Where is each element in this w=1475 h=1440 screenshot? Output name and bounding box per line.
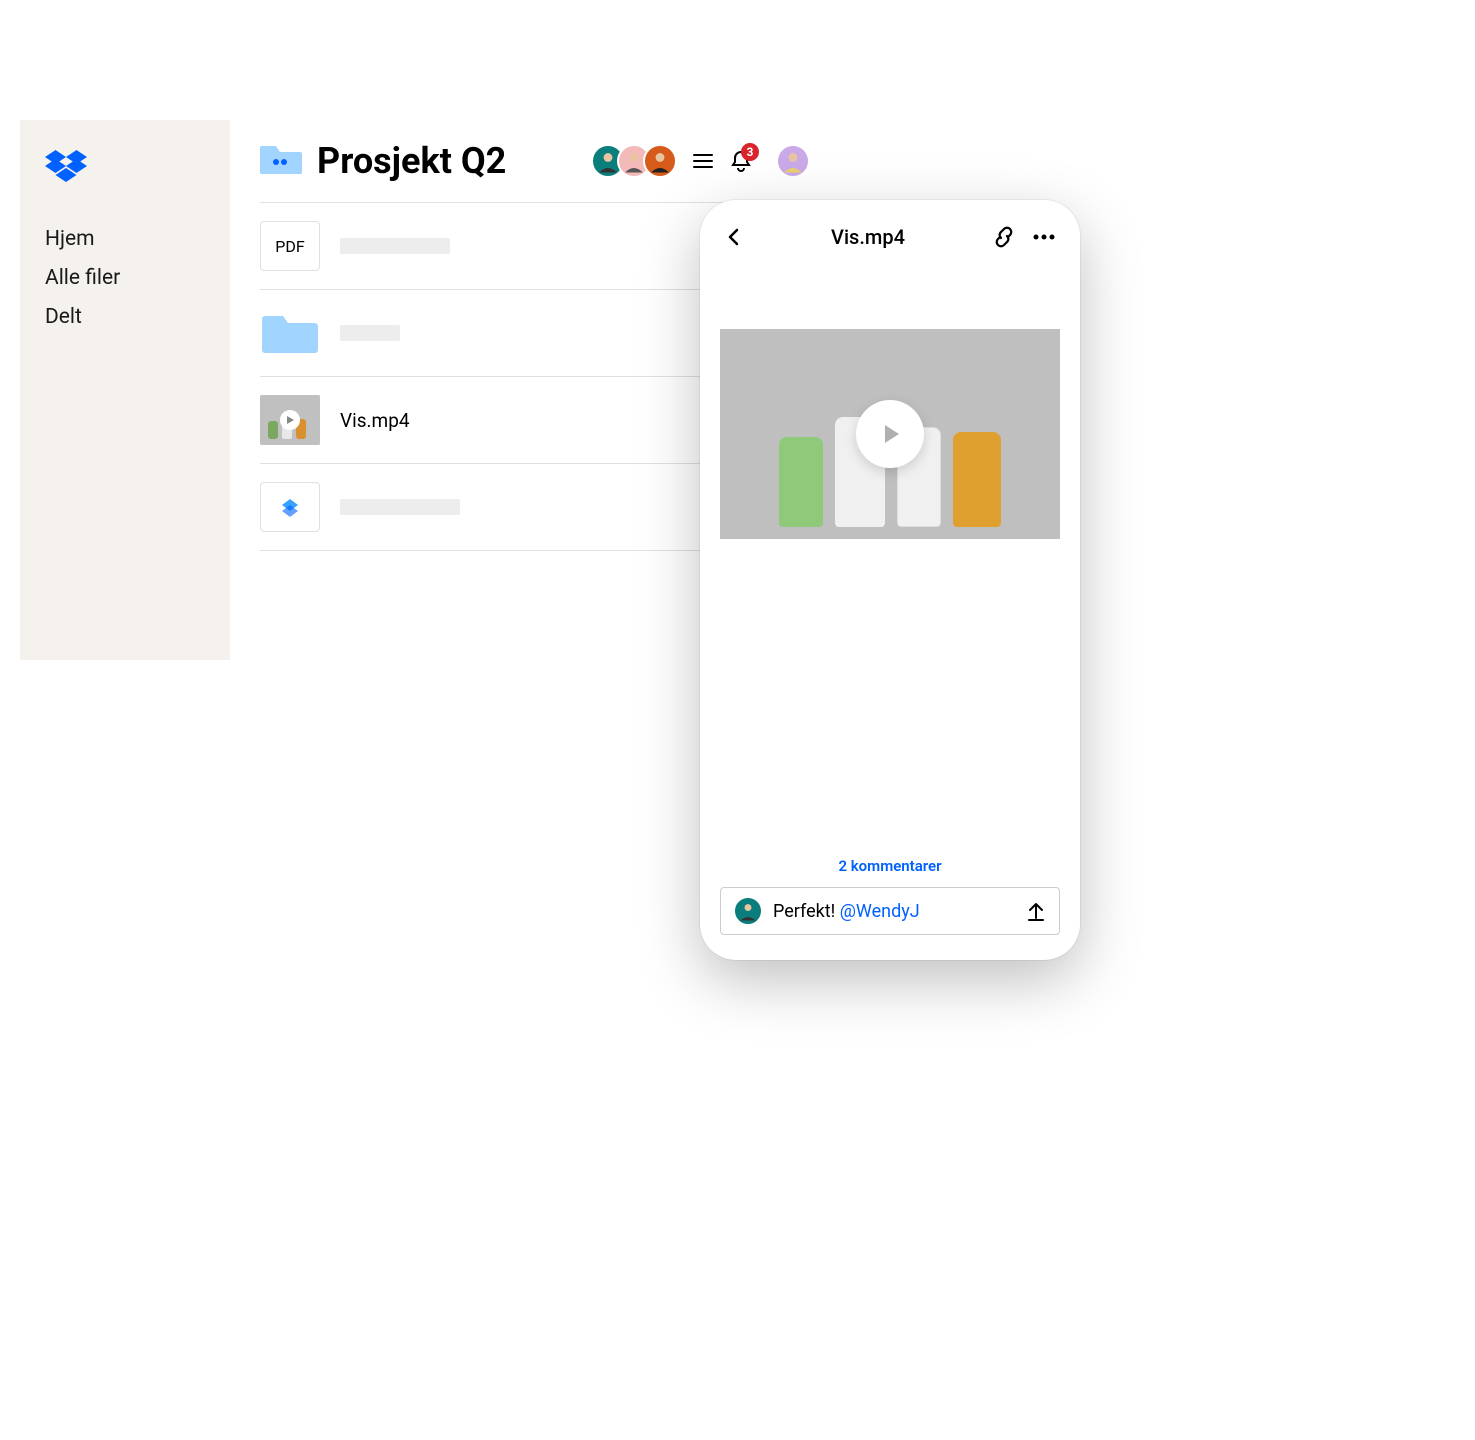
notifications-icon[interactable]: 3 (729, 149, 753, 173)
link-icon[interactable] (993, 226, 1015, 248)
file-name-placeholder (340, 238, 716, 254)
sidebar: Hjem Alle filer Delt (20, 120, 230, 660)
comments-count-link[interactable]: 2 kommentarer (720, 857, 1060, 875)
comment-text[interactable]: Perfekt! @WendyJ (773, 901, 1015, 922)
send-comment-button[interactable] (1025, 900, 1047, 922)
commenter-avatar (733, 896, 763, 926)
play-icon (280, 410, 300, 430)
more-icon[interactable] (1033, 234, 1055, 240)
pdf-file-icon: PDF (260, 221, 320, 271)
file-name: Vis.mp4 (340, 409, 729, 432)
menu-icon[interactable] (692, 150, 714, 172)
bottle-graphic (779, 437, 823, 527)
folder-icon (260, 308, 320, 358)
pdf-label: PDF (275, 237, 304, 256)
mobile-title: Vis.mp4 (831, 225, 905, 249)
comment-mention[interactable]: @WendyJ (840, 901, 920, 922)
comment-input[interactable]: Perfekt! @WendyJ (720, 887, 1060, 935)
comment-text-content: Perfekt! (773, 901, 835, 922)
collaborator-avatar-group[interactable] (591, 144, 677, 178)
video-file-thumbnail (260, 395, 320, 445)
sidebar-item-all-files[interactable]: Alle filer (45, 266, 205, 290)
page-title: Prosjekt Q2 (317, 140, 576, 182)
notification-badge: 3 (741, 143, 759, 161)
video-preview[interactable] (720, 329, 1060, 539)
folder-header: Prosjekt Q2 3 (260, 140, 810, 202)
sidebar-item-home[interactable]: Hjem (45, 227, 205, 251)
user-avatar[interactable] (776, 144, 810, 178)
play-button[interactable] (856, 400, 924, 468)
sidebar-item-shared[interactable]: Delt (45, 305, 205, 329)
shared-folder-icon (260, 142, 302, 180)
dropbox-logo-icon[interactable] (45, 150, 205, 192)
sidebar-nav: Hjem Alle filer Delt (45, 227, 205, 329)
bottle-graphic (953, 432, 1001, 527)
paper-file-icon (260, 482, 320, 532)
back-button[interactable] (725, 228, 743, 246)
mobile-app-window: Vis.mp4 2 kommentarer Perfekt! (700, 200, 1080, 960)
avatar (643, 144, 677, 178)
mobile-header: Vis.mp4 (720, 225, 1060, 279)
